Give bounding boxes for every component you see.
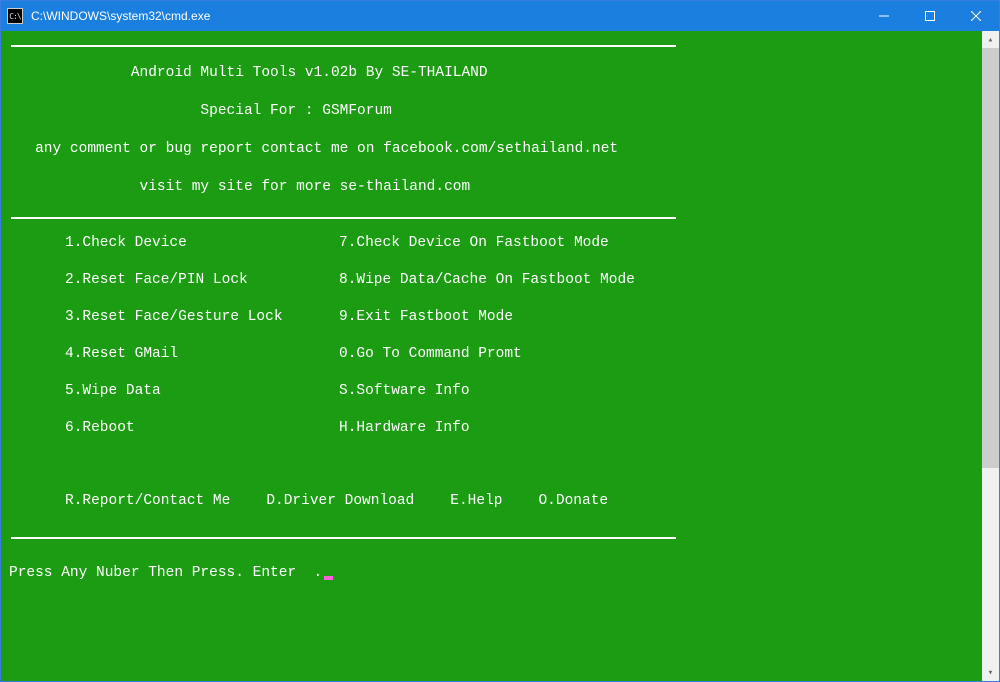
menu-item-5: 5.Wipe Data <box>9 383 339 399</box>
menu-item-d: D.Driver Download <box>266 493 414 509</box>
menu-row: 5.Wipe Data S.Software Info <box>9 383 982 420</box>
menu-row: 1.Check Device 7.Check Device On Fastboo… <box>9 235 982 272</box>
menu-block: 1.Check Device 7.Check Device On Fastboo… <box>9 227 982 529</box>
prompt-row[interactable]: Press Any Nuber Then Press. Enter . <box>9 547 982 581</box>
menu-item-6: 6.Reboot <box>9 420 339 436</box>
maximize-button[interactable] <box>907 1 953 31</box>
client-area: Android Multi Tools v1.02b By SE-THAILAN… <box>1 31 999 681</box>
scroll-up-button[interactable]: ▴ <box>982 31 999 48</box>
menu-row: 2.Reset Face/PIN Lock 8.Wipe Data/Cache … <box>9 272 982 309</box>
close-button[interactable] <box>953 1 999 31</box>
divider-mid <box>9 209 982 227</box>
scroll-thumb[interactable] <box>982 48 999 468</box>
menu-item-0: 0.Go To Command Promt <box>339 346 522 362</box>
menu-row: 3.Reset Face/Gesture Lock 9.Exit Fastboo… <box>9 309 982 346</box>
text-cursor <box>324 576 333 580</box>
close-icon <box>971 11 981 21</box>
header-subtitle: Special For : GSMForum <box>9 95 982 133</box>
window-title: C:\WINDOWS\system32\cmd.exe <box>29 9 210 23</box>
console-output[interactable]: Android Multi Tools v1.02b By SE-THAILAN… <box>1 31 982 681</box>
maximize-icon <box>925 11 935 21</box>
prompt-text: Press Any Nuber Then Press. Enter . <box>9 565 322 581</box>
menu-item-3: 3.Reset Face/Gesture Lock <box>9 309 339 325</box>
menu-item-8: 8.Wipe Data/Cache On Fastboot Mode <box>339 272 635 288</box>
menu-item-1: 1.Check Device <box>9 235 339 251</box>
menu-item-s: S.Software Info <box>339 383 470 399</box>
menu-item-e: E.Help <box>450 493 502 509</box>
app-icon-wrap: C:\ <box>1 8 29 24</box>
menu-item-2: 2.Reset Face/PIN Lock <box>9 272 339 288</box>
menu-item-h: H.Hardware Info <box>339 420 470 436</box>
menu-item-9: 9.Exit Fastboot Mode <box>339 309 513 325</box>
vertical-scrollbar[interactable]: ▴ ▾ <box>982 31 999 681</box>
menu-item-o: O.Donate <box>538 493 608 509</box>
header-contact: any comment or bug report contact me on … <box>9 133 982 171</box>
header-site: visit my site for more se-thailand.com <box>9 171 982 209</box>
window-controls <box>861 1 999 31</box>
divider-top <box>9 37 982 55</box>
header-block: Android Multi Tools v1.02b By SE-THAILAN… <box>9 55 982 209</box>
menu-item-4: 4.Reset GMail <box>9 346 339 362</box>
scroll-down-button[interactable]: ▾ <box>982 664 999 681</box>
cmd-icon: C:\ <box>7 8 23 24</box>
minimize-icon <box>879 11 889 21</box>
menu-item-7: 7.Check Device On Fastboot Mode <box>339 235 609 251</box>
menu-row: 4.Reset GMail 0.Go To Command Promt <box>9 346 982 383</box>
window: C:\ C:\WINDOWS\system32\cmd.exe Android … <box>0 0 1000 682</box>
minimize-button[interactable] <box>861 1 907 31</box>
menu-item-r: R.Report/Contact Me <box>65 493 230 509</box>
menu-row: 6.Reboot H.Hardware Info <box>9 420 982 457</box>
header-title: Android Multi Tools v1.02b By SE-THAILAN… <box>9 57 982 95</box>
titlebar[interactable]: C:\ C:\WINDOWS\system32\cmd.exe <box>1 1 999 31</box>
extras-row: R.Report/Contact Me D.Driver Download E.… <box>9 457 982 521</box>
divider-bottom <box>9 529 982 547</box>
